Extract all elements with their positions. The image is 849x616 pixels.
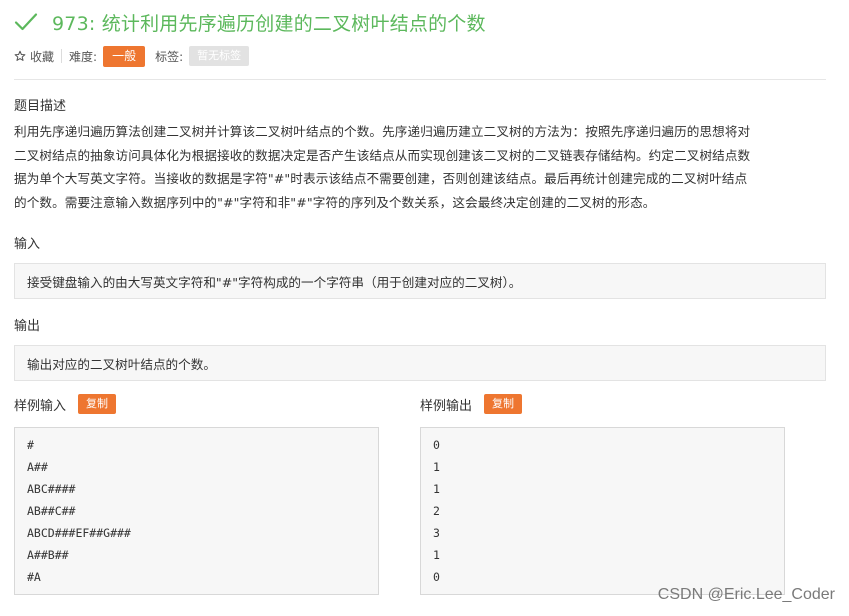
code-line: ABC#### (27, 482, 76, 496)
code-line: A## (27, 460, 48, 474)
sample-input-heading: 样例输入 (14, 398, 67, 414)
code-line: 1 (433, 460, 440, 474)
tags-badge: 暂无标签 (189, 46, 250, 66)
copy-input-button[interactable]: 复制 (78, 394, 117, 414)
tags-label: 标签: (155, 49, 184, 64)
description-line: 的个数。需要注意输入数据序列中的"#"字符和非"#"字符的序列及个数关系，这会最… (14, 194, 656, 210)
watermark: CSDN @Eric.Lee_Coder (657, 586, 835, 603)
input-heading: 输入 (14, 237, 41, 252)
check-icon (14, 13, 38, 31)
input-text: 接受键盘输入的由大写英文字符和"#"字符构成的一个字符串（用于创建对应的二叉树）… (27, 274, 522, 290)
sample-input-box: # A## ABC#### AB##C## ABCD###EF##G### A#… (14, 427, 379, 595)
output-text: 输出对应的二叉树叶结点的个数。 (27, 356, 216, 372)
sample-output-heading: 样例输出 (420, 398, 473, 414)
description-text: 利用先序递归遍历算法创建二叉树并计算该二叉树叶结点的个数。先序递归遍历建立二叉树… (14, 120, 834, 214)
meta-row: 收藏 难度: 一般 标签: 暂无标签 (14, 45, 250, 67)
description-heading: 题目描述 (14, 99, 67, 114)
description-line: 据为单个大写英文字符。当接收的数据是字符"#"时表示该结点不需要创建，否则创建该… (14, 171, 748, 186)
divider (14, 79, 826, 80)
sample-input-header: 样例输入 复制 (14, 394, 117, 414)
code-line: 0 (433, 438, 440, 452)
copy-output-button[interactable]: 复制 (484, 394, 523, 414)
output-heading: 输出 (14, 319, 41, 334)
description-line: 利用先序递归遍历算法创建二叉树并计算该二叉树叶结点的个数。先序递归遍历建立二叉树… (14, 124, 751, 139)
divider (61, 49, 63, 63)
code-line: #A (27, 570, 41, 584)
description-line: 二叉树结点的抽象访问具体化为根据接收的数据决定是否产生该结点从而实现创建该二叉树… (14, 147, 751, 163)
difficulty-label: 难度: (69, 49, 98, 64)
problem-header: 973: 统计利用先序遍历创建的二叉树叶结点的个数 (14, 6, 486, 38)
code-line: 3 (433, 526, 440, 540)
code-line: 2 (433, 504, 440, 518)
sample-output-header: 样例输出 复制 (420, 394, 523, 414)
input-box: 接受键盘输入的由大写英文字符和"#"字符构成的一个字符串（用于创建对应的二叉树）… (14, 263, 826, 299)
code-line: AB##C## (27, 504, 76, 518)
output-box: 输出对应的二叉树叶结点的个数。 (14, 345, 826, 381)
code-line: 1 (433, 548, 440, 562)
code-line: # (27, 438, 34, 452)
code-line: A##B## (27, 548, 69, 562)
page-title: 973: 统计利用先序遍历创建的二叉树叶结点的个数 (52, 12, 486, 35)
code-line: ABCD###EF##G### (27, 526, 131, 540)
sample-output-box: 0 1 1 2 3 1 0 (420, 427, 785, 595)
code-line: 0 (433, 570, 440, 584)
star-icon[interactable] (14, 50, 26, 62)
favorite-button[interactable]: 收藏 (30, 48, 54, 65)
difficulty-badge: 一般 (103, 45, 146, 67)
code-line: 1 (433, 482, 440, 496)
